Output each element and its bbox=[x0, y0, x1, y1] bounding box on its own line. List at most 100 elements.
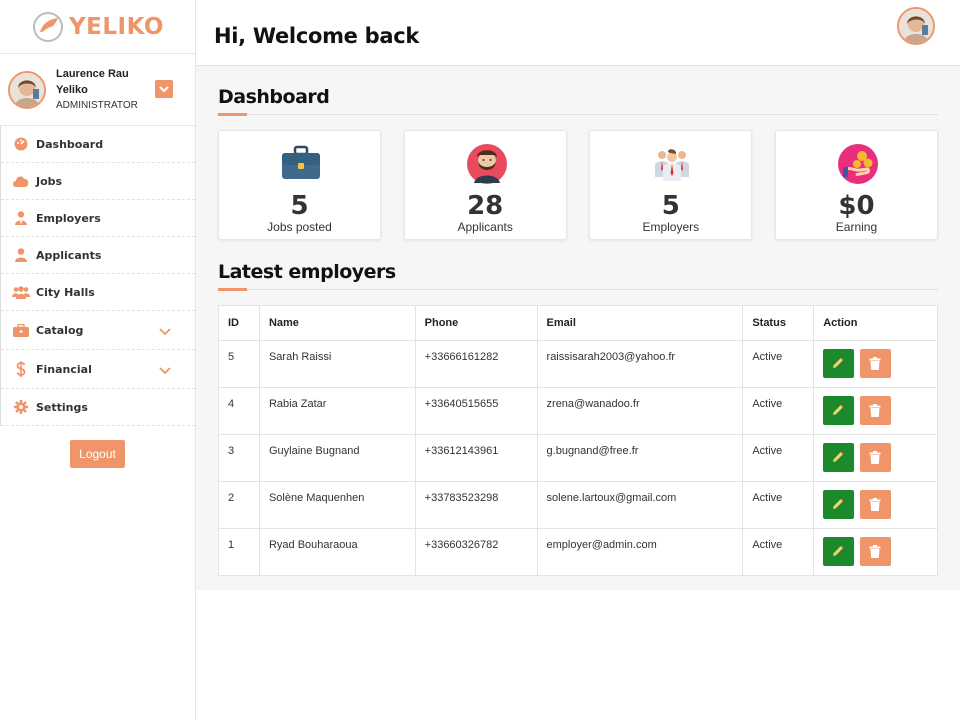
stat-value: 28 bbox=[467, 191, 504, 221]
logout-button[interactable]: Logout bbox=[70, 440, 125, 468]
column-header-id[interactable]: ID bbox=[218, 305, 260, 341]
edit-button[interactable] bbox=[823, 490, 855, 519]
trash-icon bbox=[869, 357, 881, 370]
edit-button[interactable] bbox=[823, 537, 855, 566]
sidebar-item-city-halls[interactable]: City Halls bbox=[1, 274, 195, 311]
user-profile: Laurence Rau Yeliko ADMINISTRATOR bbox=[0, 54, 195, 126]
delete-button[interactable] bbox=[860, 443, 892, 472]
logo-icon bbox=[31, 10, 65, 44]
stats-cards: 5 Jobs posted 28 Applicants 5 Employers … bbox=[218, 130, 938, 240]
cell-email: raissisarah2003@yahoo.fr bbox=[536, 340, 744, 388]
dollar-icon bbox=[12, 360, 30, 378]
sidebar-item-dashboard[interactable]: Dashboard bbox=[1, 126, 195, 163]
table-header-row: ID Name Phone Email Status Action bbox=[218, 305, 938, 341]
table-row: 5 Sarah Raissi +33666161282 raissisarah2… bbox=[218, 340, 938, 388]
edit-button[interactable] bbox=[823, 443, 855, 472]
sidebar-item-financial[interactable]: Financial bbox=[1, 350, 195, 389]
cell-actions bbox=[813, 434, 938, 482]
sidebar-item-catalog[interactable]: Catalog bbox=[1, 311, 195, 350]
sidebar-item-settings[interactable]: Settings bbox=[1, 389, 195, 426]
cell-actions bbox=[813, 528, 938, 576]
cell-email: solene.lartoux@gmail.com bbox=[536, 481, 744, 529]
cell-id: 3 bbox=[218, 434, 260, 482]
cell-actions bbox=[813, 387, 938, 435]
stat-label: Employers bbox=[642, 220, 700, 234]
cell-status: Active bbox=[742, 387, 815, 435]
briefcase-icon bbox=[12, 321, 30, 339]
user-name: Laurence Rau Yeliko bbox=[56, 67, 129, 96]
stat-card-jobs[interactable]: 5 Jobs posted bbox=[218, 130, 381, 240]
cell-phone: +33783523298 bbox=[414, 481, 538, 529]
stat-card-earning[interactable]: $0 Earning bbox=[774, 130, 938, 240]
cell-email: zrena@wanadoo.fr bbox=[536, 387, 744, 435]
delete-button[interactable] bbox=[860, 490, 892, 519]
cell-status: Active bbox=[742, 528, 815, 576]
column-header-email[interactable]: Email bbox=[536, 305, 744, 341]
bearded-man-icon bbox=[466, 143, 508, 185]
section-accent bbox=[218, 113, 247, 116]
trash-icon bbox=[869, 451, 881, 464]
trash-icon bbox=[869, 498, 881, 511]
edit-button[interactable] bbox=[823, 396, 855, 425]
edit-button[interactable] bbox=[823, 349, 855, 378]
sidebar-item-label: City Halls bbox=[36, 285, 95, 299]
cell-phone: +33612143961 bbox=[414, 434, 538, 482]
stat-value: $0 bbox=[838, 191, 875, 221]
table-row: 1 Ryad Bouharaoua +33660326782 employer@… bbox=[218, 528, 938, 576]
gear-icon bbox=[12, 398, 30, 416]
chevron-down-icon bbox=[159, 80, 169, 98]
header-avatar[interactable] bbox=[897, 7, 935, 45]
logo-text: YELIKO bbox=[69, 13, 164, 40]
cloud-icon bbox=[12, 172, 30, 190]
sidebar-item-jobs[interactable]: Jobs bbox=[1, 163, 195, 200]
table-row: 3 Guylaine Bugnand +33612143961 g.bugnan… bbox=[218, 434, 938, 482]
sidebar-item-applicants[interactable]: Applicants bbox=[1, 237, 195, 274]
sidebar: YELIKO Laurence Rau Yeliko ADMINISTRATOR bbox=[0, 0, 196, 720]
latest-employers-title: Latest employers bbox=[218, 261, 396, 283]
sidebar-item-label: Jobs bbox=[36, 174, 63, 188]
sidebar-nav: Dashboard Jobs Employers Applicants City… bbox=[0, 126, 195, 426]
cell-status: Active bbox=[742, 340, 815, 388]
cell-id: 4 bbox=[218, 387, 260, 435]
team-icon bbox=[651, 143, 693, 185]
logo[interactable]: YELIKO bbox=[0, 0, 195, 54]
stat-label: Earning bbox=[835, 220, 878, 234]
avatar[interactable] bbox=[8, 70, 46, 109]
delete-button[interactable] bbox=[860, 349, 892, 378]
coins-hand-icon bbox=[837, 143, 879, 185]
sidebar-item-label: Dashboard bbox=[36, 137, 104, 151]
cell-name: Sarah Raissi bbox=[258, 340, 416, 388]
users-icon bbox=[12, 283, 30, 301]
cell-name: Solène Maquenhen bbox=[258, 481, 416, 529]
stat-value: 5 bbox=[290, 191, 309, 221]
column-header-phone[interactable]: Phone bbox=[414, 305, 538, 341]
sidebar-item-label: Catalog bbox=[36, 323, 84, 337]
welcome-heading: Hi, Welcome back bbox=[214, 24, 420, 48]
pencil-icon bbox=[833, 404, 844, 415]
cell-phone: +33666161282 bbox=[414, 340, 538, 388]
sidebar-item-employers[interactable]: Employers bbox=[1, 200, 195, 237]
stat-card-employers[interactable]: 5 Employers bbox=[589, 130, 753, 240]
sidebar-item-label: Settings bbox=[36, 400, 88, 414]
section-accent bbox=[218, 288, 247, 291]
pencil-icon bbox=[833, 545, 844, 556]
cell-phone: +33660326782 bbox=[414, 528, 538, 576]
user-icon bbox=[12, 246, 30, 264]
column-header-name[interactable]: Name bbox=[258, 305, 416, 341]
stat-label: Applicants bbox=[457, 220, 513, 234]
user-menu-toggle[interactable] bbox=[155, 80, 173, 98]
chevron-down-icon bbox=[159, 323, 171, 341]
table-row: 2 Solène Maquenhen +33783523298 solene.l… bbox=[218, 481, 938, 529]
delete-button[interactable] bbox=[860, 537, 892, 566]
employers-table: ID Name Phone Email Status Action 5 Sara… bbox=[218, 305, 938, 576]
stat-card-applicants[interactable]: 28 Applicants bbox=[403, 130, 567, 240]
column-header-status[interactable]: Status bbox=[742, 305, 815, 341]
stat-value: 5 bbox=[661, 191, 680, 221]
user-info: Laurence Rau Yeliko ADMINISTRATOR bbox=[56, 66, 152, 114]
chevron-down-icon bbox=[159, 362, 171, 380]
column-header-action: Action bbox=[813, 305, 938, 341]
cell-name: Ryad Bouharaoua bbox=[258, 528, 416, 576]
delete-button[interactable] bbox=[860, 396, 892, 425]
stat-label: Jobs posted bbox=[267, 220, 332, 234]
trash-icon bbox=[869, 545, 881, 558]
